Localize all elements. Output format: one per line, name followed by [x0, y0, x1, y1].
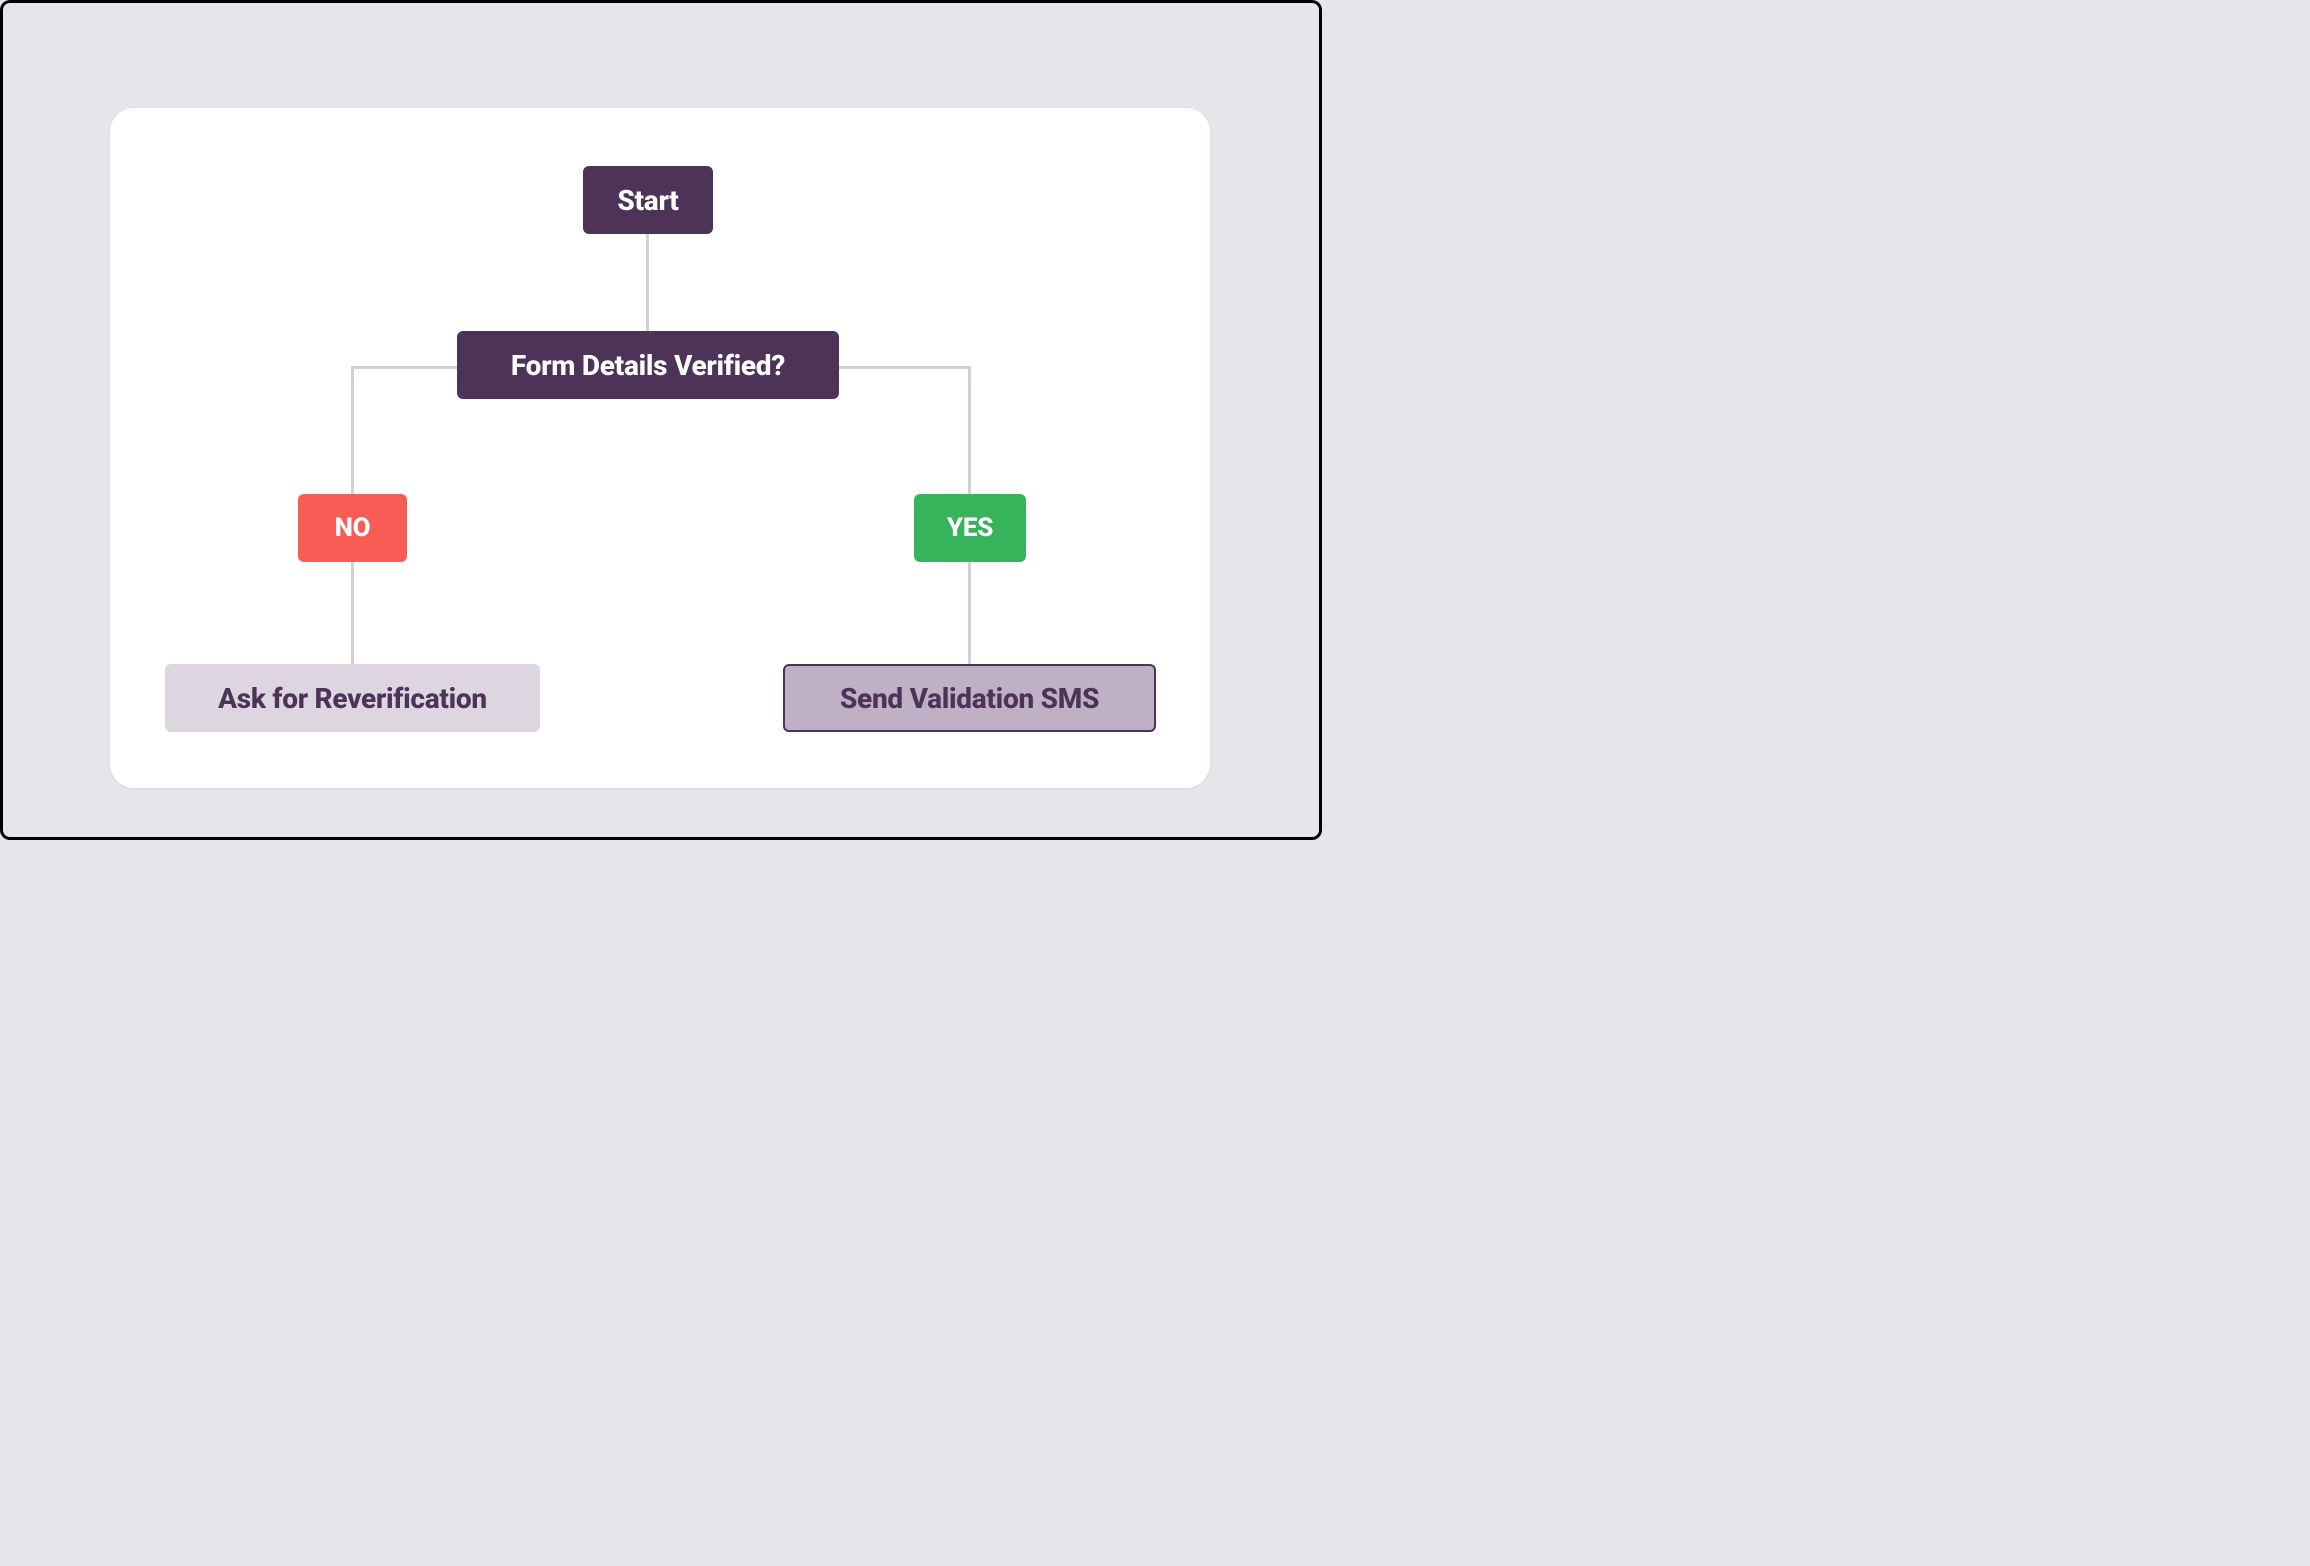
node-no: NO: [298, 494, 407, 562]
connector-no-to-end: [351, 560, 354, 668]
node-send-validation-sms-label: Send Validation SMS: [840, 682, 1099, 715]
node-send-validation-sms: Send Validation SMS: [783, 664, 1156, 732]
node-start-label: Start: [617, 184, 678, 217]
node-yes-label: YES: [947, 513, 993, 543]
connector-start-to-decision: [646, 233, 649, 338]
node-decision: Form Details Verified?: [457, 331, 839, 399]
node-yes: YES: [914, 494, 1026, 562]
connector-to-no: [351, 366, 354, 496]
node-ask-reverification-label: Ask for Reverification: [218, 682, 487, 715]
node-ask-reverification: Ask for Reverification: [165, 664, 540, 732]
connector-yes-to-end: [968, 560, 971, 668]
node-start: Start: [583, 166, 713, 234]
node-no-label: NO: [335, 513, 371, 543]
node-decision-label: Form Details Verified?: [511, 349, 785, 382]
page-frame: Start Form Details Verified? NO YES Ask …: [0, 0, 1322, 840]
connector-to-yes: [968, 366, 971, 496]
flowchart-card: Start Form Details Verified? NO YES Ask …: [110, 108, 1210, 788]
